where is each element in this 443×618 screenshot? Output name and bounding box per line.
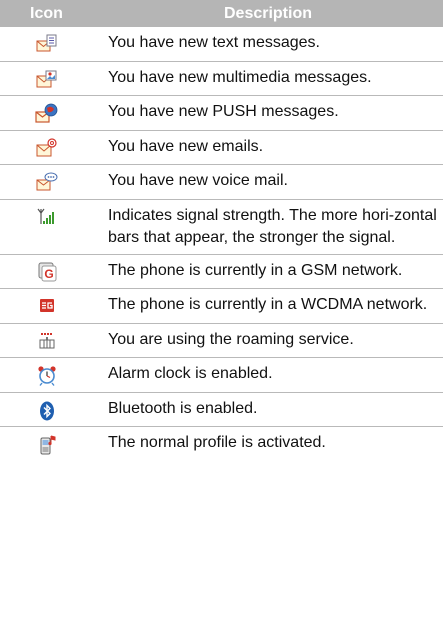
- voice-mail-icon: [36, 172, 57, 191]
- row-description: You have new text messages.: [93, 27, 443, 62]
- row-description: The phone is currently in a GSM network.: [93, 254, 443, 289]
- multimedia-message-icon: [36, 70, 56, 87]
- normal-profile-icon: [40, 435, 55, 455]
- table-row: You are using the roaming service.: [0, 323, 443, 358]
- description-column-header: Description: [93, 0, 443, 27]
- table-row: The normal profile is activated.: [0, 427, 443, 461]
- table-row: You have new text messages.: [0, 27, 443, 62]
- table-row: Bluetooth is enabled.: [0, 392, 443, 427]
- row-description: The normal profile is activated.: [108, 434, 326, 451]
- table-row: Indicates signal strength. The more hori…: [0, 199, 443, 255]
- alarm-clock-icon: [37, 366, 56, 386]
- push-message-icon: [34, 103, 57, 123]
- table-row: G The phone is currently in a GSM networ…: [0, 254, 443, 289]
- table-row: You have new PUSH messages.: [0, 95, 443, 131]
- table-row: You have new emails.: [0, 130, 443, 165]
- roaming-icon: [39, 332, 54, 348]
- row-description: The phone is currently in a WCDMA networ…: [93, 288, 443, 324]
- row-description: You have new voice mail.: [93, 164, 443, 200]
- row-description: Bluetooth is enabled.: [93, 392, 443, 427]
- text-message-icon: [36, 34, 56, 52]
- table-row: You have new multimedia messages.: [0, 61, 443, 96]
- row-description: You have new emails.: [93, 130, 443, 165]
- table-row: Alarm clock is enabled.: [0, 357, 443, 393]
- signal-strength-icon: [37, 208, 54, 224]
- table-header-row: Icon Description: [0, 0, 443, 27]
- icon-column-header: Icon: [0, 0, 93, 27]
- row-description: You are using the roaming service.: [93, 323, 443, 358]
- table-row: The phone is currently in a WCDMA networ…: [0, 288, 443, 324]
- svg-text:G: G: [44, 267, 53, 281]
- email-icon: [36, 137, 57, 156]
- table-row: You have new voice mail.: [0, 164, 443, 200]
- bluetooth-icon: [39, 401, 54, 420]
- row-description: Indicates signal strength. The more hori…: [93, 199, 443, 255]
- wcdma-network-icon: [39, 299, 54, 312]
- row-description: You have new PUSH messages.: [93, 95, 443, 131]
- row-description: You have new multimedia messages.: [93, 61, 443, 96]
- gsm-network-icon: G: [38, 262, 56, 281]
- row-description: Alarm clock is enabled.: [93, 357, 443, 393]
- status-icon-table: Icon Description You have new text messa…: [0, 0, 443, 461]
